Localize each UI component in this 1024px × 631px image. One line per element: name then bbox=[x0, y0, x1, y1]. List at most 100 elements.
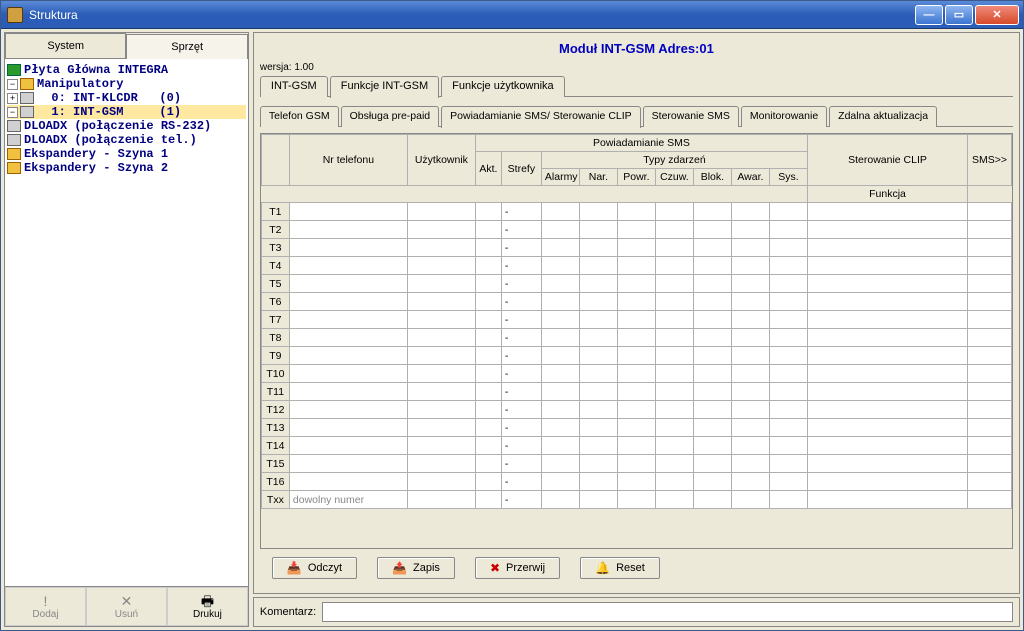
link-icon bbox=[7, 120, 21, 132]
tree-dloadx-tel[interactable]: DLOADX (połączenie tel.) bbox=[7, 133, 246, 147]
module-version: wersja: 1.00 bbox=[260, 62, 1013, 73]
tab-funkcje-uzytkownika[interactable]: Funkcje użytkownika bbox=[441, 76, 565, 97]
table-row[interactable]: T1- bbox=[261, 203, 1011, 221]
app-icon bbox=[7, 7, 23, 23]
read-icon: 📥 bbox=[287, 561, 302, 575]
collapse-icon[interactable]: − bbox=[7, 79, 18, 90]
titlebar: Struktura — ▭ ✕ bbox=[1, 1, 1023, 29]
zapis-button[interactable]: 📤Zapis bbox=[377, 557, 455, 579]
window-title: Struktura bbox=[29, 8, 915, 22]
table-row[interactable]: T15- bbox=[261, 455, 1011, 473]
tab-system[interactable]: System bbox=[5, 33, 126, 58]
col-strefy: Strefy bbox=[501, 152, 541, 186]
table-row[interactable]: Txxdowolny numer- bbox=[261, 491, 1011, 509]
drukuj-button[interactable]: 🖶Drukuj bbox=[167, 587, 248, 626]
col-alarmy: Alarmy bbox=[541, 169, 579, 186]
przerwij-button[interactable]: ✖Przerwij bbox=[475, 557, 560, 579]
device-icon bbox=[20, 106, 34, 118]
exclaim-icon: ! bbox=[44, 594, 48, 608]
dodaj-button[interactable]: !Dodaj bbox=[5, 587, 86, 626]
subtab-sterowanie-sms[interactable]: Sterowanie SMS bbox=[643, 106, 739, 127]
table-row[interactable]: T11- bbox=[261, 383, 1011, 401]
close-button[interactable]: ✕ bbox=[975, 5, 1019, 25]
table-row[interactable]: T8- bbox=[261, 329, 1011, 347]
table-row[interactable]: T6- bbox=[261, 293, 1011, 311]
subtab-telefon[interactable]: Telefon GSM bbox=[260, 106, 339, 127]
subtab-monitorowanie[interactable]: Monitorowanie bbox=[741, 106, 827, 127]
odczyt-button[interactable]: 📥Odczyt bbox=[272, 557, 357, 579]
board-icon bbox=[7, 64, 21, 76]
col-uzytk: Użytkownik bbox=[407, 135, 475, 186]
cancel-icon: ✖ bbox=[490, 561, 500, 575]
reset-button[interactable]: 🔔Reset bbox=[580, 557, 660, 579]
main-panel: Moduł INT-GSM Adres:01 wersja: 1.00 INT-… bbox=[253, 32, 1020, 594]
folder-icon bbox=[7, 162, 21, 174]
tree-dev1[interactable]: − 1: INT-GSM (1) bbox=[7, 105, 246, 119]
col-nr: Nr telefonu bbox=[289, 135, 407, 186]
folder-icon bbox=[7, 148, 21, 160]
table-row[interactable]: T3- bbox=[261, 239, 1011, 257]
col-blok: Blok. bbox=[693, 169, 731, 186]
action-buttons: 📥Odczyt 📤Zapis ✖Przerwij 🔔Reset bbox=[260, 549, 1013, 587]
phones-grid[interactable]: Nr telefonu Użytkownik Powiadamianie SMS… bbox=[261, 134, 1012, 509]
expand-icon[interactable]: + bbox=[7, 93, 18, 104]
col-funkcja: Funkcja bbox=[808, 186, 968, 203]
subtab-prepaid[interactable]: Obsługa pre-paid bbox=[341, 106, 440, 127]
tree-exp2[interactable]: Ekspandery - Szyna 2 bbox=[7, 161, 246, 175]
group-powiadom: Powiadamianie SMS bbox=[475, 135, 807, 152]
col-powr: Powr. bbox=[617, 169, 655, 186]
tree-dev0[interactable]: + 0: INT-KLCDR (0) bbox=[7, 91, 246, 105]
tab-intgsm[interactable]: INT-GSM bbox=[260, 76, 328, 97]
main-tabset: INT-GSM Funkcje INT-GSM Funkcje użytkown… bbox=[260, 75, 1013, 97]
col-sys: Sys. bbox=[769, 169, 807, 186]
device-tree[interactable]: Płyta Główna INTEGRA −Manipulatory + 0: … bbox=[5, 59, 248, 586]
left-pane: System Sprzęt Płyta Główna INTEGRA −Mani… bbox=[4, 32, 249, 627]
col-rowhdr bbox=[261, 135, 289, 186]
table-row[interactable]: T14- bbox=[261, 437, 1011, 455]
sub-tabset: Telefon GSM Obsługa pre-paid Powiadamian… bbox=[260, 105, 1013, 127]
table-row[interactable]: T12- bbox=[261, 401, 1011, 419]
table-row[interactable]: T2- bbox=[261, 221, 1011, 239]
table-row[interactable]: T16- bbox=[261, 473, 1011, 491]
tree-root[interactable]: Płyta Główna INTEGRA bbox=[7, 63, 246, 77]
comment-panel: Komentarz: bbox=[253, 597, 1020, 627]
table-row[interactable]: T4- bbox=[261, 257, 1011, 275]
maximize-button[interactable]: ▭ bbox=[945, 5, 973, 25]
grid-wrap: Nr telefonu Użytkownik Powiadamianie SMS… bbox=[260, 133, 1013, 549]
app-window: Struktura — ▭ ✕ System Sprzęt Płyta Głów… bbox=[0, 0, 1024, 631]
comment-input[interactable] bbox=[322, 602, 1013, 622]
subtab-powiadamianie[interactable]: Powiadamianie SMS/ Sterowanie CLIP bbox=[441, 106, 641, 128]
tab-funkcje-intgsm[interactable]: Funkcje INT-GSM bbox=[330, 76, 439, 98]
usun-button[interactable]: ✕Usuń bbox=[86, 587, 167, 626]
tree-exp1[interactable]: Ekspandery - Szyna 1 bbox=[7, 147, 246, 161]
minimize-button[interactable]: — bbox=[915, 5, 943, 25]
collapse-icon[interactable]: − bbox=[7, 107, 18, 118]
table-row[interactable]: T13- bbox=[261, 419, 1011, 437]
left-tabset: System Sprzęt bbox=[5, 33, 248, 59]
subtab-zdalna[interactable]: Zdalna aktualizacja bbox=[829, 106, 937, 127]
x-icon: ✕ bbox=[121, 594, 133, 608]
col-awar: Awar. bbox=[731, 169, 769, 186]
table-row[interactable]: T9- bbox=[261, 347, 1011, 365]
table-row[interactable]: T10- bbox=[261, 365, 1011, 383]
right-pane: Moduł INT-GSM Adres:01 wersja: 1.00 INT-… bbox=[253, 32, 1020, 627]
left-toolbar: !Dodaj ✕Usuń 🖶Drukuj bbox=[5, 586, 248, 626]
module-title: Moduł INT-GSM Adres:01 bbox=[260, 41, 1013, 56]
tree-dloadx-rs232[interactable]: DLOADX (połączenie RS-232) bbox=[7, 119, 246, 133]
table-row[interactable]: T5- bbox=[261, 275, 1011, 293]
col-nar: Nar. bbox=[579, 169, 617, 186]
tab-sprzet[interactable]: Sprzęt bbox=[126, 34, 247, 59]
col-czuw: Czuw. bbox=[655, 169, 693, 186]
table-row[interactable]: T7- bbox=[261, 311, 1011, 329]
col-akt: Akt. bbox=[475, 152, 501, 186]
window-buttons: — ▭ ✕ bbox=[915, 5, 1019, 25]
write-icon: 📤 bbox=[392, 561, 407, 575]
comment-label: Komentarz: bbox=[260, 606, 316, 618]
client-area: System Sprzęt Płyta Główna INTEGRA −Mani… bbox=[1, 29, 1023, 630]
tree-manipulatory[interactable]: −Manipulatory bbox=[7, 77, 246, 91]
group-typy: Typy zdarzeń bbox=[541, 152, 807, 169]
folder-icon bbox=[20, 78, 34, 90]
printer-icon: 🖶 bbox=[201, 594, 214, 608]
group-sterowanie-clip: Sterowanie CLIP bbox=[808, 135, 968, 186]
reset-icon: 🔔 bbox=[595, 561, 610, 575]
